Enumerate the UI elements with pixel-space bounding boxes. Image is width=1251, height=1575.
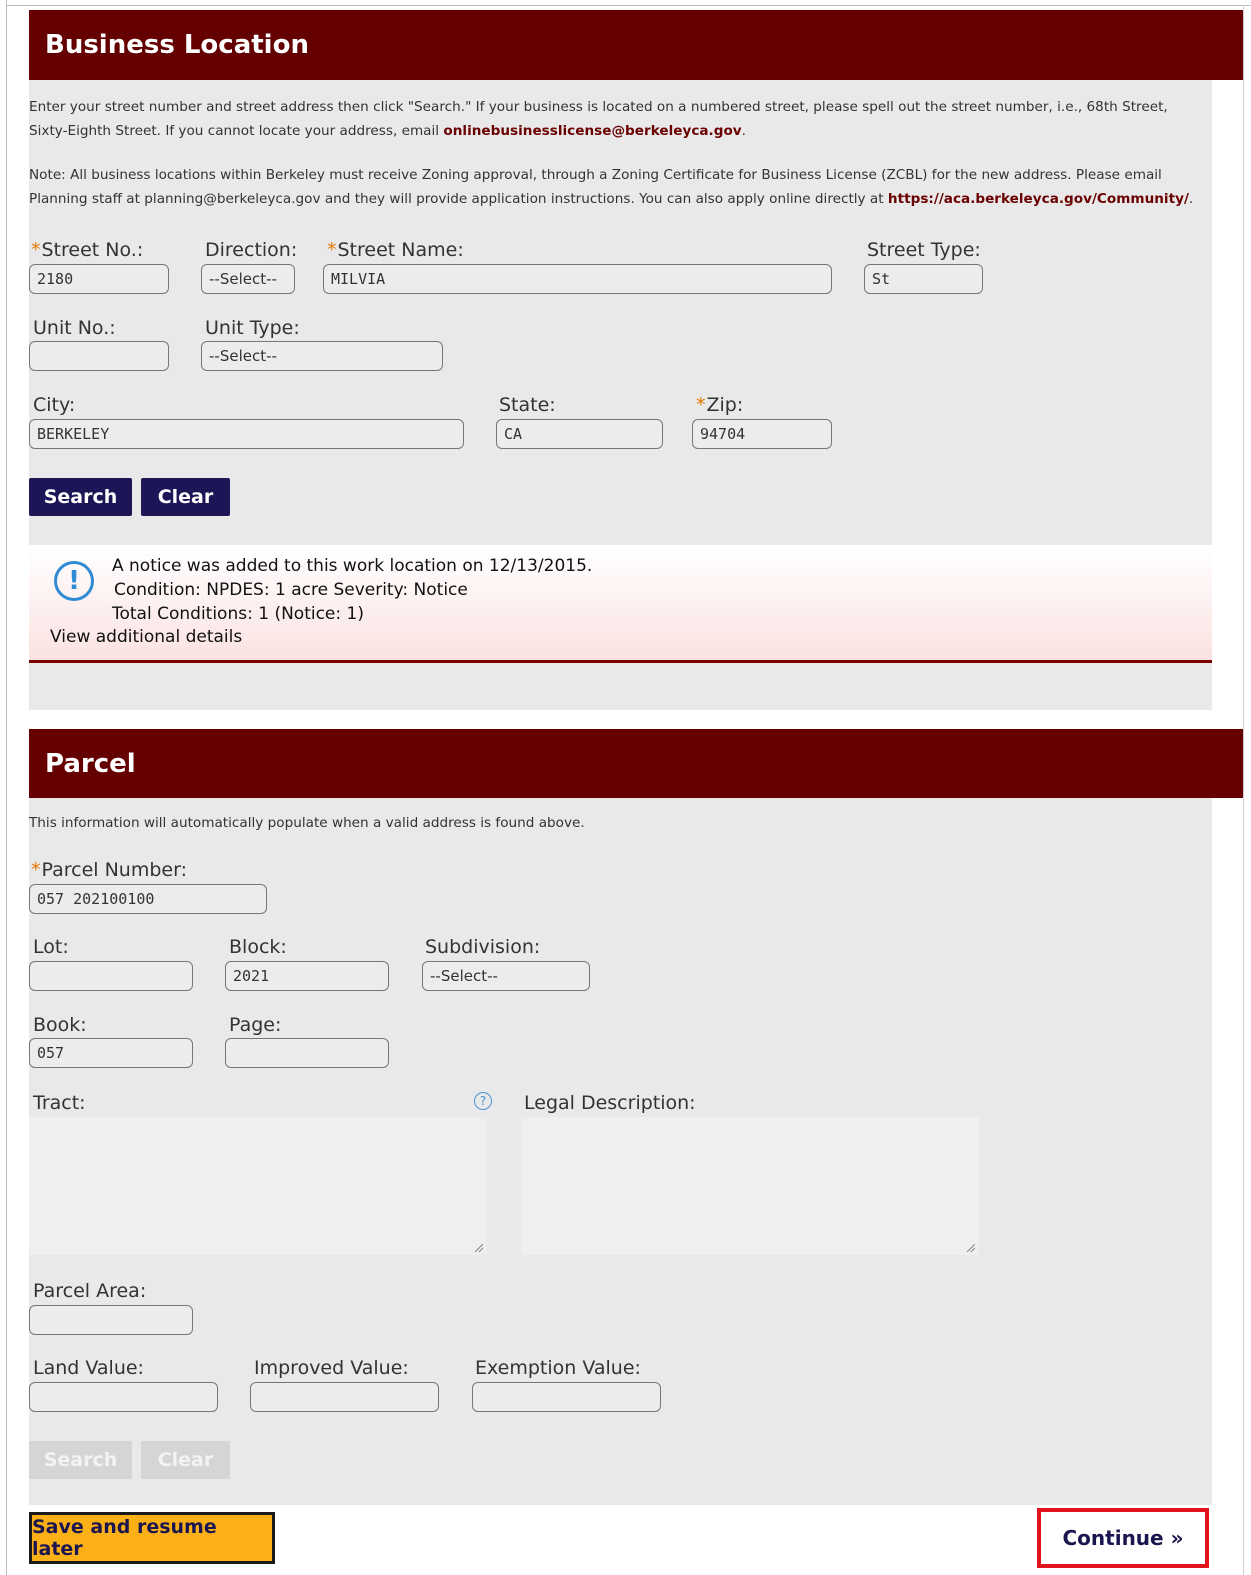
tract-label: Tract:: [33, 1092, 86, 1114]
page-label: Page:: [229, 1014, 282, 1036]
notice-condition-text: Condition: NPDES: 1 acre Severity: Notic…: [114, 580, 468, 600]
book-input[interactable]: 057: [29, 1038, 193, 1068]
subdivision-label: Subdivision:: [425, 936, 541, 958]
business-location-header: Business Location: [29, 10, 1243, 80]
exemption-value-label: Exemption Value:: [475, 1357, 641, 1379]
resize-grip-icon[interactable]: [967, 1244, 975, 1252]
instructions-line-2: Sixty-Eighth Street. If you cannot locat…: [29, 123, 444, 139]
parcel-number-input[interactable]: 057 202100100: [29, 884, 267, 914]
state-label: State:: [499, 394, 556, 416]
city-label: City:: [33, 394, 76, 416]
direction-select[interactable]: --Select--: [201, 264, 295, 294]
license-email-link[interactable]: onlinebusinesslicense@berkeleyca.gov: [443, 123, 741, 139]
view-details-link[interactable]: View additional details: [50, 627, 242, 647]
block-label: Block:: [229, 936, 287, 958]
work-location-notice: ! A notice was added to this work locati…: [29, 545, 1212, 663]
instructions-line-1: Enter your street number and street addr…: [29, 99, 1168, 115]
parcel-number-label: *Parcel Number:: [31, 859, 187, 881]
note-end: .: [1188, 191, 1194, 207]
parcel-area-input[interactable]: [29, 1305, 193, 1335]
note-line-1: Note: All business locations within Berk…: [29, 167, 1162, 183]
notice-date-text: A notice was added to this work location…: [112, 556, 593, 576]
zip-input[interactable]: 94704: [692, 419, 832, 449]
unit-no-input[interactable]: [29, 341, 169, 371]
street-name-label: *Street Name:: [327, 239, 464, 261]
parcel-instructions: This information will automatically popu…: [29, 815, 585, 831]
page-input[interactable]: [225, 1038, 389, 1068]
notice-total-text: Total Conditions: 1 (Notice: 1): [112, 604, 364, 624]
required-marker: *: [696, 394, 706, 416]
subdivision-select[interactable]: --Select--: [422, 961, 590, 991]
unit-type-select[interactable]: --Select--: [201, 341, 443, 371]
note-line-2: Planning staff at planning@berkeleyca.go…: [29, 191, 888, 207]
parcel-clear-button[interactable]: Clear: [141, 1441, 230, 1479]
land-value-label: Land Value:: [33, 1357, 144, 1379]
info-icon: !: [54, 561, 94, 601]
zoning-note: Note: All business locations within Berk…: [29, 163, 1244, 211]
required-marker: *: [327, 239, 337, 261]
block-input[interactable]: 2021: [225, 961, 389, 991]
lot-label: Lot:: [33, 936, 69, 958]
tract-textarea[interactable]: [29, 1117, 487, 1255]
city-input[interactable]: BERKELEY: [29, 419, 464, 449]
book-label: Book:: [33, 1014, 87, 1036]
resize-grip-icon[interactable]: [475, 1244, 483, 1252]
continue-button[interactable]: Continue »: [1037, 1508, 1209, 1568]
zip-label: *Zip:: [696, 394, 744, 416]
improved-value-label: Improved Value:: [254, 1357, 409, 1379]
improved-value-input[interactable]: [250, 1382, 439, 1412]
lot-input[interactable]: [29, 961, 193, 991]
unit-type-label: Unit Type:: [205, 317, 300, 339]
required-marker: *: [31, 239, 41, 261]
land-value-input[interactable]: [29, 1382, 218, 1412]
parcel-area-label: Parcel Area:: [33, 1280, 147, 1302]
instructions-end: .: [741, 123, 746, 139]
state-input[interactable]: CA: [496, 419, 663, 449]
direction-label: Direction:: [205, 239, 298, 261]
business-location-instructions: Enter your street number and street addr…: [29, 95, 1229, 143]
legal-description-label: Legal Description:: [524, 1092, 696, 1114]
parcel-search-button[interactable]: Search: [29, 1441, 132, 1479]
exemption-value-input[interactable]: [472, 1382, 661, 1412]
unit-no-label: Unit No.:: [33, 317, 116, 339]
address-clear-button[interactable]: Clear: [141, 478, 230, 516]
street-type-label: Street Type:: [867, 239, 981, 261]
save-and-resume-button[interactable]: Save and resume later: [29, 1512, 275, 1564]
street-type-input[interactable]: St: [864, 264, 983, 294]
parcel-header: Parcel: [29, 729, 1243, 798]
legal-description-textarea[interactable]: [521, 1117, 979, 1255]
community-portal-link[interactable]: https://aca.berkeleyca.gov/Community/: [888, 191, 1189, 207]
required-marker: *: [31, 859, 41, 881]
address-search-button[interactable]: Search: [29, 478, 132, 516]
street-no-input[interactable]: 2180: [29, 264, 169, 294]
help-icon[interactable]: ?: [474, 1092, 492, 1110]
street-no-label: *Street No.:: [31, 239, 144, 261]
street-name-input[interactable]: MILVIA: [323, 264, 832, 294]
